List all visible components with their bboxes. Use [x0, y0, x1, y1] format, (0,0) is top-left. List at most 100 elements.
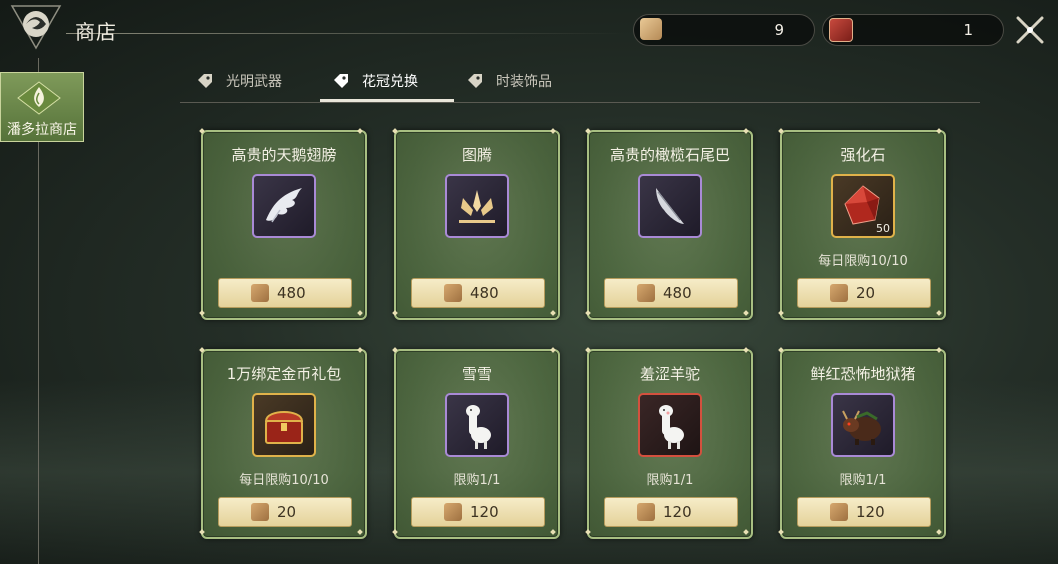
card-corner-ornament — [550, 347, 556, 353]
tail-icon — [656, 188, 684, 224]
scroll-currency-icon — [251, 284, 269, 302]
tab-bar: 光明武器 花冠兑换 时装饰品 — [180, 62, 980, 103]
currency-red-ticket-value: 1 — [963, 21, 973, 39]
item-slot — [252, 174, 316, 238]
item-name: 强化石 — [840, 146, 886, 164]
item-name: 1万绑定金币礼包 — [226, 365, 342, 383]
currency-scroll[interactable]: 9 — [633, 14, 815, 46]
card-corner-ornament — [392, 128, 398, 134]
tab-divider — [180, 102, 980, 103]
shop-item-card[interactable]: 羞涩羊驼 限购1/1 120 — [585, 347, 753, 539]
tag-icon — [468, 74, 482, 88]
card-corner-ornament — [357, 128, 363, 134]
tab-light-weapons[interactable]: 光明武器 — [196, 66, 282, 96]
buy-button[interactable]: 120 — [797, 497, 931, 527]
tab-label: 光明武器 — [226, 74, 282, 90]
card-corner-ornament — [936, 347, 942, 353]
shop-item-card[interactable]: 强化石 50 每日限购10/10 20 — [778, 128, 946, 320]
item-name: 雪雪 — [461, 365, 492, 383]
scroll-currency-icon — [640, 18, 662, 40]
totem-icon — [459, 190, 495, 223]
page-title: 商店 — [75, 20, 117, 44]
shop-item-card[interactable]: 鲜红恐怖地狱猪 限购1/1 120 — [778, 347, 946, 539]
card-corner-ornament — [936, 529, 942, 535]
item-price: 20 — [856, 284, 876, 302]
scroll-currency-icon — [830, 503, 848, 521]
card-corner-ornament — [778, 128, 784, 134]
alpaca-icon — [466, 405, 491, 449]
currency-red-ticket[interactable]: 1 — [822, 14, 1004, 46]
tab-label: 花冠兑换 — [362, 74, 418, 90]
card-corner-ornament — [550, 529, 556, 535]
purchase-limit: 每日限购10/10 — [818, 254, 908, 269]
item-name: 高贵的天鹅翅膀 — [231, 146, 337, 164]
swan-wing-icon — [266, 188, 302, 223]
card-corner-ornament — [743, 128, 749, 134]
item-price: 480 — [663, 284, 692, 302]
card-corner-ornament — [199, 128, 205, 134]
item-quantity: 50 — [876, 222, 890, 235]
tab-crown-exchange[interactable]: 花冠兑换 — [332, 66, 418, 96]
card-corner-ornament — [743, 310, 749, 316]
card-corner-ornament — [778, 310, 784, 316]
buy-button[interactable]: 480 — [604, 278, 738, 308]
buy-button[interactable]: 20 — [218, 497, 352, 527]
card-corner-ornament — [357, 310, 363, 316]
scroll-currency-icon — [444, 284, 462, 302]
card-corner-ornament — [585, 347, 591, 353]
item-name: 图腾 — [461, 146, 492, 164]
shop-item-card[interactable]: 图腾 480 — [392, 128, 560, 320]
purchase-limit: 限购1/1 — [839, 473, 887, 488]
item-price: 20 — [277, 503, 297, 521]
card-corner-ornament — [392, 347, 398, 353]
card-corner-ornament — [550, 128, 556, 134]
close-icon[interactable] — [1012, 12, 1048, 48]
item-slot — [445, 393, 509, 457]
treasure-chest-icon — [264, 411, 304, 444]
scroll-currency-icon — [637, 503, 655, 521]
item-price: 120 — [470, 503, 499, 521]
tag-icon — [198, 74, 212, 88]
scroll-currency-icon — [251, 503, 269, 521]
item-name: 羞涩羊驼 — [639, 365, 700, 383]
card-corner-ornament — [936, 128, 942, 134]
shop-item-card[interactable]: 雪雪 限购1/1 120 — [392, 347, 560, 539]
card-corner-ornament — [392, 310, 398, 316]
red-ticket-currency-icon — [829, 18, 853, 42]
buy-button[interactable]: 120 — [411, 497, 545, 527]
buy-button[interactable]: 480 — [218, 278, 352, 308]
item-name: 鲜红恐怖地狱猪 — [810, 365, 916, 383]
item-price: 120 — [856, 503, 885, 521]
card-corner-ornament — [199, 310, 205, 316]
card-corner-ornament — [743, 529, 749, 535]
buy-button[interactable]: 480 — [411, 278, 545, 308]
item-slot — [831, 393, 895, 457]
item-slot — [252, 393, 316, 457]
card-corner-ornament — [550, 310, 556, 316]
top-bar: 商店 9 1 — [0, 0, 1058, 58]
dragon-emblem-icon — [10, 5, 62, 50]
hell-boar-icon — [842, 410, 881, 445]
item-price: 480 — [470, 284, 499, 302]
purchase-limit: 每日限购10/10 — [239, 473, 329, 488]
shop-item-card[interactable]: 高贵的天鹅翅膀 480 — [199, 128, 367, 320]
sidebar-item-pandora-shop[interactable]: 潘多拉商店 — [0, 72, 84, 142]
card-corner-ornament — [357, 529, 363, 535]
item-slot — [638, 174, 702, 238]
item-price: 480 — [277, 284, 306, 302]
shop-item-card[interactable]: 高贵的橄榄石尾巴 480 — [585, 128, 753, 320]
card-corner-ornament — [585, 128, 591, 134]
card-corner-ornament — [199, 347, 205, 353]
tab-label: 时装饰品 — [496, 74, 552, 90]
tab-fashion-accessories[interactable]: 时装饰品 — [466, 66, 552, 96]
item-slot — [638, 393, 702, 457]
buy-button[interactable]: 120 — [604, 497, 738, 527]
purchase-limit: 限购1/1 — [646, 473, 694, 488]
buy-button[interactable]: 20 — [797, 278, 931, 308]
alpaca-icon — [659, 405, 684, 449]
shop-item-card[interactable]: 1万绑定金币礼包 每日限购10/10 20 — [199, 347, 367, 539]
tag-icon — [334, 74, 348, 88]
item-slot — [445, 174, 509, 238]
scroll-currency-icon — [444, 503, 462, 521]
item-slot: 50 — [831, 174, 895, 238]
